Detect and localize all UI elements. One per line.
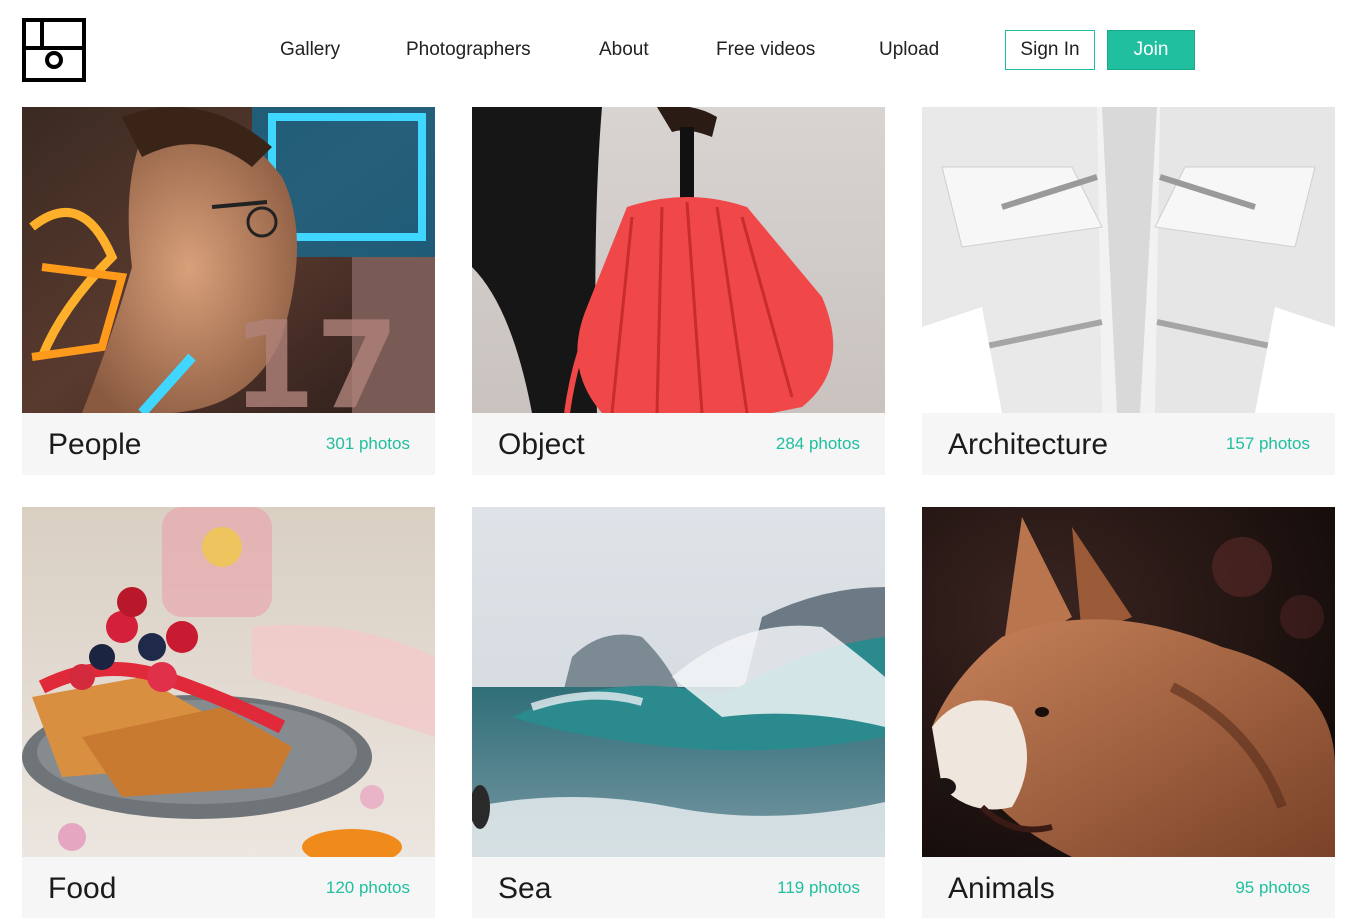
nav-upload-link[interactable]: Upload bbox=[879, 36, 939, 64]
nav-photographers-link[interactable]: Photographers bbox=[406, 36, 531, 64]
join-button[interactable]: Join bbox=[1107, 30, 1195, 70]
nav-gallery-link[interactable]: Gallery bbox=[280, 36, 340, 64]
photo-count: 95 photos bbox=[1235, 878, 1310, 897]
red-umbrella-photo[interactable] bbox=[472, 107, 885, 413]
category-caption: Object 284 photos bbox=[472, 413, 885, 475]
category-title: People bbox=[48, 428, 142, 461]
ocean-wave-photo[interactable] bbox=[472, 507, 885, 857]
neon-portrait-photo[interactable]: 17 bbox=[22, 107, 435, 413]
category-caption: Food 120 photos bbox=[22, 857, 435, 918]
category-caption: People 301 photos bbox=[22, 413, 435, 475]
nav-about-link[interactable]: About bbox=[599, 36, 649, 64]
photo-count: 284 photos bbox=[775, 434, 860, 453]
site-header: Gallery Photographers About Free videos … bbox=[0, 0, 1348, 100]
category-title: Sea bbox=[498, 872, 552, 905]
photo-count: 120 photos bbox=[325, 878, 410, 897]
category-card-sea[interactable]: Sea 119 photos bbox=[472, 507, 885, 918]
nav-free-videos-link[interactable]: Free videos bbox=[716, 36, 815, 64]
category-card-food[interactable]: Food 120 photos bbox=[22, 507, 435, 918]
svg-text:17: 17 bbox=[232, 297, 399, 413]
category-card-people[interactable]: 17 People 301 photos bbox=[22, 107, 435, 475]
photo-count: 119 photos bbox=[777, 878, 860, 897]
category-card-architecture[interactable]: Architecture 157 photos bbox=[922, 107, 1335, 475]
category-card-object[interactable]: Object 284 photos bbox=[472, 107, 885, 475]
category-card-animals[interactable]: Animals 95 photos bbox=[922, 507, 1335, 918]
category-title: Food bbox=[48, 872, 117, 905]
photo-count: 301 photos bbox=[325, 434, 410, 453]
sign-in-button[interactable]: Sign In bbox=[1005, 30, 1095, 70]
category-title: Animals bbox=[948, 872, 1055, 905]
french-toast-berries-photo[interactable] bbox=[22, 507, 435, 857]
photo-count: 157 photos bbox=[1225, 434, 1310, 453]
category-title: Object bbox=[498, 428, 585, 461]
category-title: Architecture bbox=[948, 428, 1109, 461]
dog-profile-photo[interactable] bbox=[922, 507, 1335, 857]
category-caption: Sea 119 photos bbox=[472, 857, 885, 918]
category-caption: Architecture 157 photos bbox=[922, 413, 1335, 475]
white-interior-photo[interactable] bbox=[922, 107, 1335, 413]
logo-icon[interactable] bbox=[22, 18, 86, 82]
category-caption: Animals 95 photos bbox=[922, 857, 1335, 918]
